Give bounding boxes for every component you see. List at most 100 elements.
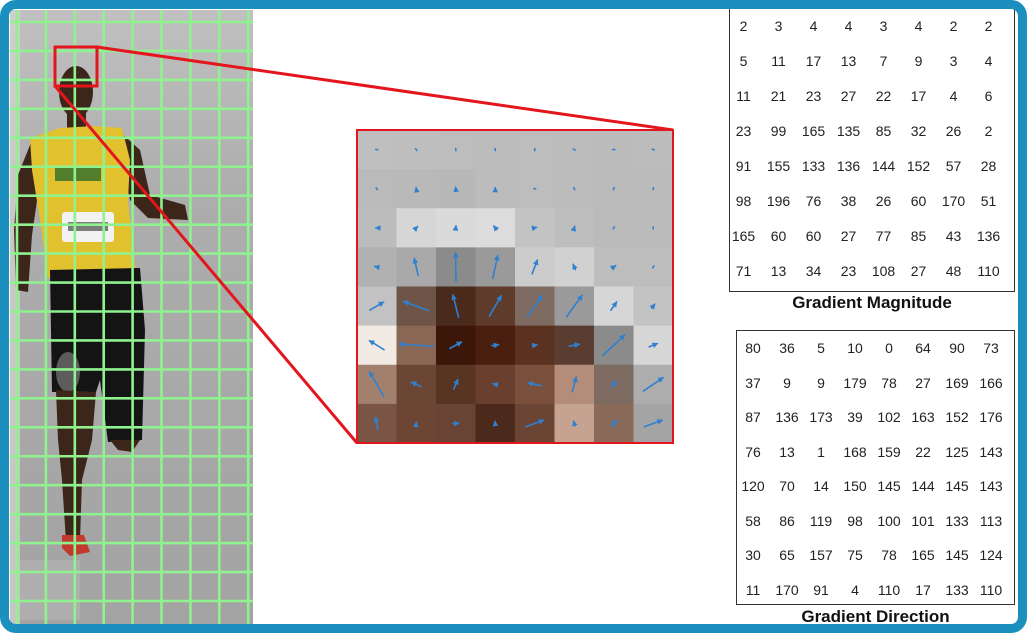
direction-cell: 9 (783, 374, 791, 391)
magnitude-cell: 165 (731, 227, 756, 244)
direction-cell: 133 (945, 512, 969, 529)
direction-cell: 80 (745, 340, 761, 357)
magnitude-cell: 71 (735, 262, 752, 279)
magnitude-cell: 2 (984, 122, 993, 139)
direction-cell: 110 (979, 581, 1003, 598)
gradient-direction-values: 80 36 5 10 0 64 90 73 37 9 9 179 78 27 169 166 87 136 173 3… (736, 331, 1008, 607)
direction-cell: 144 (911, 478, 935, 495)
magnitude-cell: 23 (840, 262, 857, 279)
direction-cell: 173 (809, 409, 833, 426)
direction-cell: 78 (881, 547, 897, 564)
direction-cell: 75 (847, 547, 863, 564)
magnitude-cell: 85 (910, 227, 927, 244)
magnitude-cell: 13 (840, 52, 857, 69)
magnitude-cell: 2 (949, 17, 958, 34)
magnitude-cell: 108 (871, 262, 896, 279)
direction-cell: 58 (745, 512, 761, 529)
direction-cell: 86 (779, 512, 795, 529)
direction-cell: 136 (775, 409, 799, 426)
gradient-arrow (531, 225, 538, 232)
magnitude-cell: 98 (735, 192, 752, 209)
magnitude-cell: 110 (977, 262, 1000, 279)
direction-cell: 73 (983, 340, 999, 357)
magnitude-cell: 9 (914, 52, 923, 69)
direction-cell: 76 (745, 443, 761, 460)
magnitude-cell: 60 (910, 192, 927, 209)
magnitude-cell: 85 (875, 122, 892, 139)
magnitude-cell: 135 (836, 122, 861, 139)
direction-cell: 145 (945, 547, 969, 564)
direction-cell: 120 (741, 478, 765, 495)
magnitude-cell: 170 (941, 192, 966, 209)
magnitude-cell: 38 (840, 192, 857, 209)
direction-cell: 10 (847, 340, 863, 357)
magnitude-cell: 51 (980, 192, 997, 209)
magnitude-cell: 76 (805, 192, 822, 209)
direction-cell: 39 (847, 409, 863, 426)
direction-cell: 13 (779, 443, 795, 460)
direction-cell: 179 (843, 374, 867, 391)
magnitude-cell: 26 (945, 122, 962, 139)
direction-cell: 22 (915, 443, 931, 460)
magnitude-cell: 152 (906, 157, 931, 174)
direction-cell: 163 (911, 409, 935, 426)
magnitude-cell: 23 (735, 122, 752, 139)
magnitude-cell: 77 (875, 227, 892, 244)
gradient-arrow (491, 342, 500, 349)
direction-cell: 1 (817, 443, 825, 460)
direction-cell: 0 (885, 340, 893, 357)
magnitude-cell: 4 (914, 17, 923, 34)
direction-cell: 100 (877, 512, 901, 529)
direction-cell: 143 (979, 478, 1003, 495)
patch-pixels (357, 130, 674, 444)
direction-cell: 143 (979, 443, 1003, 460)
direction-cell: 5 (817, 340, 825, 357)
magnitude-cell: 2 (984, 17, 993, 34)
direction-cell: 165 (911, 547, 935, 564)
gradient-arrow (612, 226, 616, 230)
direction-cell: 87 (745, 409, 761, 426)
magnitude-cell: 27 (840, 227, 857, 244)
direction-cell: 90 (949, 340, 965, 357)
gradient-arrow (570, 225, 577, 232)
shirt-logo (55, 168, 101, 181)
magnitude-cell: 6 (984, 87, 993, 104)
magnitude-cell: 17 (910, 87, 927, 104)
direction-cell: 101 (911, 512, 935, 529)
direction-cell: 4 (851, 581, 859, 598)
magnitude-cell: 17 (805, 52, 822, 69)
magnitude-cell: 144 (871, 157, 896, 174)
magnitude-cell: 60 (770, 227, 787, 244)
gradient-arrow (572, 148, 576, 151)
gradient-arrow (531, 342, 538, 349)
magnitude-cell: 4 (984, 52, 993, 69)
magnitude-cell: 4 (844, 17, 853, 34)
direction-cell: 170 (775, 581, 799, 598)
gradient-arrow (414, 147, 418, 152)
direction-cell: 30 (745, 547, 761, 564)
direction-cell: 11 (745, 581, 761, 598)
photo-ground-patch (20, 560, 80, 620)
gradient-direction-title: Gradient Direction (801, 607, 950, 626)
magnitude-cell: 5 (739, 52, 748, 69)
direction-cell: 176 (979, 409, 1003, 426)
magnitude-cell: 136 (836, 157, 861, 174)
magnitude-cell: 133 (801, 157, 826, 174)
magnitude-cell: 22 (875, 87, 892, 104)
magnitude-cell: 13 (770, 262, 787, 279)
magnitude-cell: 165 (801, 122, 826, 139)
direction-cell: 91 (813, 581, 829, 598)
direction-cell: 9 (817, 374, 825, 391)
direction-cell: 70 (779, 478, 795, 495)
magnitude-cell: 27 (910, 262, 927, 279)
direction-cell: 125 (945, 443, 969, 460)
gradient-arrow (375, 187, 379, 191)
direction-cell: 168 (843, 443, 867, 460)
magnitude-cell: 60 (805, 227, 822, 244)
direction-cell: 150 (843, 478, 867, 495)
magnitude-cell: 26 (875, 192, 892, 209)
runner-photo (10, 10, 253, 625)
magnitude-cell: 7 (879, 52, 888, 69)
magnitude-cell: 4 (809, 17, 818, 34)
direction-cell: 37 (745, 374, 761, 391)
